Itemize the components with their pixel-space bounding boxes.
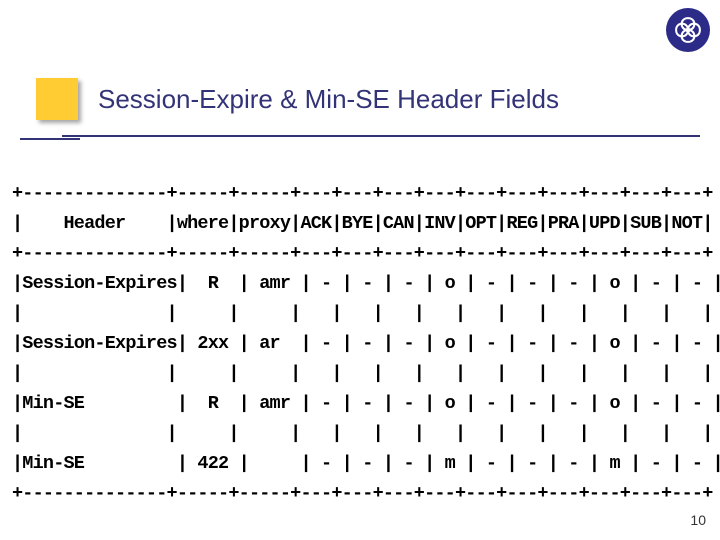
slide-title: Session-Expire & Min-SE Header Fields — [98, 84, 559, 115]
slide-title-block: Session-Expire & Min-SE Header Fields — [20, 78, 700, 140]
page-number: 10 — [690, 512, 706, 528]
header-fields-table: +--------------+-----+-----+---+---+---+… — [12, 179, 708, 509]
title-underline-long — [62, 135, 700, 137]
network-knot-logo-icon — [671, 13, 705, 47]
brand-logo — [666, 8, 710, 52]
title-underline-short — [20, 138, 80, 140]
title-bullet-square — [36, 78, 78, 120]
